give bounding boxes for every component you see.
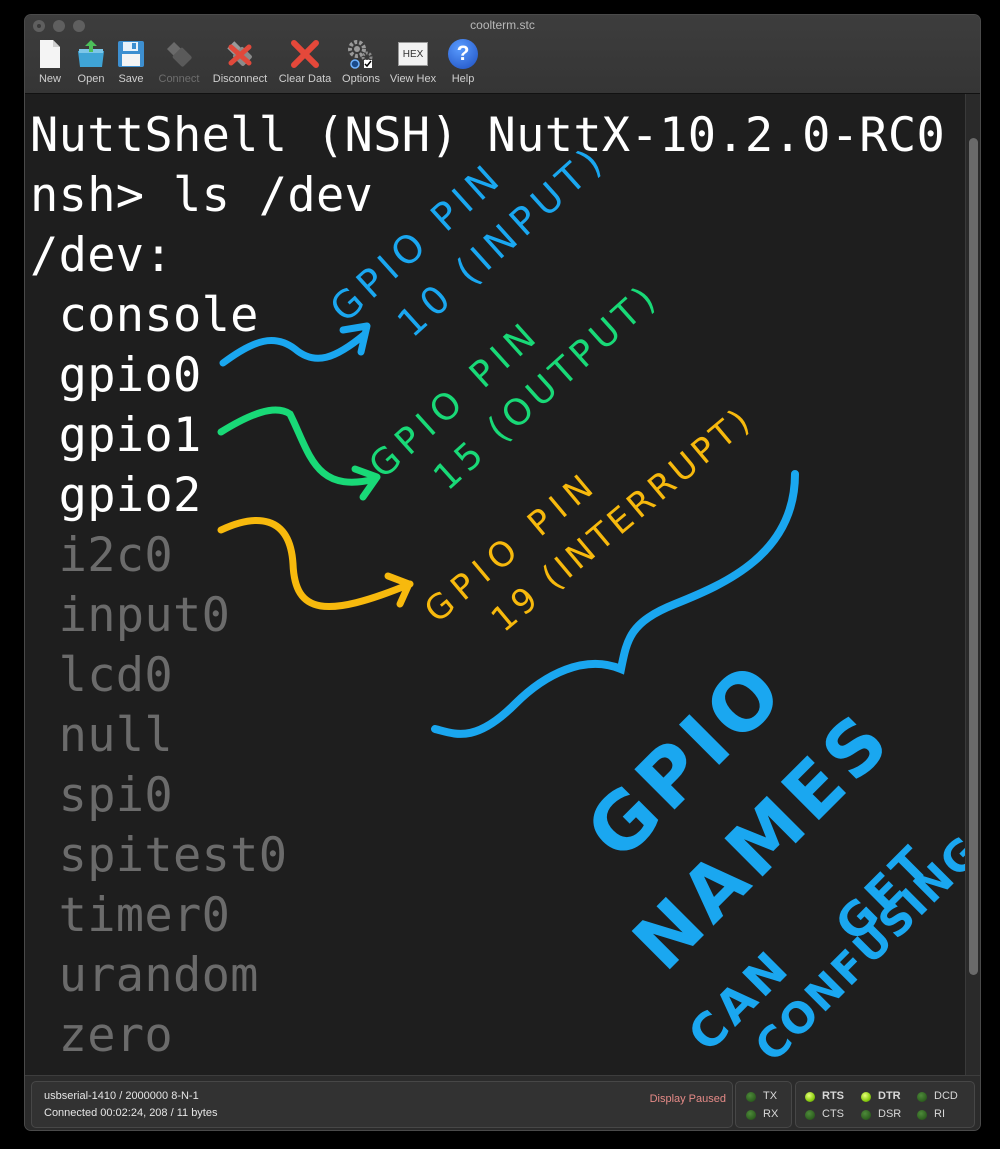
annotation-gpio1: GPIO PIN 15 (OUTPUT) [362, 276, 667, 499]
scrollbar-thumb[interactable] [969, 138, 978, 975]
terminal-line: gpio2 [30, 468, 202, 523]
connection-info-panel: usbserial-1410 / 2000000 8-N-1 Connected… [31, 1081, 733, 1128]
floppy-disk-icon [114, 37, 148, 71]
connect-button[interactable]: Connect [151, 37, 207, 89]
ri-led [917, 1110, 927, 1120]
view-hex-button[interactable]: HEX View Hex [385, 37, 441, 89]
gears-icon [344, 37, 378, 71]
arrow-gpio1-head [351, 465, 381, 501]
display-paused-indicator[interactable]: Display Paused [650, 1093, 726, 1105]
annotation-gpio1-line2: 15 (OUTPUT) [426, 276, 667, 499]
brace-stroke [431, 470, 799, 738]
note-word-4: GET [825, 834, 943, 952]
disconnect-button[interactable]: Disconnect [207, 37, 273, 89]
rx-label: RX [763, 1108, 779, 1120]
terminal-line: i2c0 [30, 528, 173, 583]
arrow-gpio0-head [339, 322, 371, 356]
tx-led [746, 1092, 756, 1102]
vertical-scrollbar[interactable] [965, 94, 980, 1075]
new-document-icon [33, 37, 67, 71]
annotation-gpio0-line2: 10 (INPUT) [389, 136, 614, 345]
title-bar: coolterm.stc New Open Save Connect Disco… [25, 15, 980, 94]
coolterm-window: coolterm.stc New Open Save Connect Disco… [25, 15, 980, 1130]
note-word-5: CONFUSING [745, 826, 965, 1071]
hex-icon: HEX [396, 37, 430, 71]
txrx-panel: TX RX [735, 1081, 792, 1128]
terminal-line: timer0 [30, 888, 231, 943]
usb-plug-icon [162, 37, 196, 71]
status-bar: usbserial-1410 / 2000000 8-N-1 Connected… [25, 1075, 980, 1130]
annotation-gpio1-line1: GPIO PIN [362, 312, 549, 487]
signal-lines-panel: RTS CTS DTR DSR DCD RI [795, 1081, 975, 1128]
terminal-line: /dev: [30, 228, 173, 283]
rts-led[interactable] [805, 1092, 815, 1102]
terminal-line: spi0 [30, 768, 173, 823]
arrow-gpio2 [217, 517, 414, 611]
dsr-label: DSR [878, 1108, 902, 1120]
dtr-label: DTR [878, 1090, 901, 1102]
arrow-gpio1 [217, 406, 379, 486]
dcd-led [917, 1092, 927, 1102]
annotation-gpio2: GPIO PIN 19 (INTERRUPT) [417, 399, 761, 640]
connection-status: Connected 00:02:24, 208 / 11 bytes [44, 1107, 218, 1119]
terminal-line: spitest0 [30, 828, 288, 883]
terminal-line: urandom [30, 948, 259, 1003]
annotation-gpio2-line1: GPIO PIN [417, 462, 607, 630]
save-button[interactable]: Save [111, 37, 151, 89]
note-word-1: GPIO [570, 644, 804, 878]
help-icon: ? [446, 37, 480, 71]
annotation-gpio2-line2: 19 (INTERRUPT) [484, 399, 761, 640]
dtr-led[interactable] [861, 1092, 871, 1102]
terminal-line: zero [30, 1008, 173, 1063]
terminal-line: null [30, 708, 173, 763]
toolbar: New Open Save Connect Disconnect Clear D… [29, 37, 485, 89]
help-button[interactable]: ? Help [441, 37, 485, 89]
cts-led [805, 1110, 815, 1120]
note-word-2: NAMES [617, 695, 909, 987]
options-button[interactable]: Options [337, 37, 385, 89]
dsr-led [861, 1110, 871, 1120]
open-folder-icon [74, 37, 108, 71]
terminal-line: console [30, 288, 259, 343]
help-icon-glyph: ? [448, 39, 478, 69]
annotation-note: GPIO NAMES CAN GET CONFUSING [570, 644, 965, 1071]
tx-label: TX [763, 1090, 778, 1102]
cts-label: CTS [822, 1108, 844, 1120]
new-button[interactable]: New [29, 37, 71, 89]
note-word-3: CAN [678, 939, 801, 1062]
hex-icon-text: HEX [398, 42, 428, 66]
port-settings: usbserial-1410 / 2000000 8-N-1 [44, 1090, 199, 1102]
red-x-icon [288, 37, 322, 71]
terminal-line: NuttShell (NSH) NuttX-10.2.0-RC0 [30, 108, 946, 163]
window-title: coolterm.stc [470, 18, 535, 32]
dcd-label: DCD [934, 1090, 958, 1102]
disconnect-icon [223, 37, 257, 71]
arrow-gpio2-head [384, 572, 413, 608]
terminal-line: gpio0 [30, 348, 202, 403]
clear-data-button[interactable]: Clear Data [273, 37, 337, 89]
open-button[interactable]: Open [71, 37, 111, 89]
rx-led [746, 1110, 756, 1120]
terminal-line: nsh> ls /dev [30, 168, 374, 223]
ri-label: RI [934, 1108, 945, 1120]
terminal-line: lcd0 [30, 648, 173, 703]
terminal-output[interactable]: NuttShell (NSH) NuttX-10.2.0-RC0 nsh> ls … [25, 94, 965, 1075]
terminal-line: input0 [30, 588, 231, 643]
terminal-line: gpio1 [30, 408, 202, 463]
rts-label: RTS [822, 1090, 844, 1102]
